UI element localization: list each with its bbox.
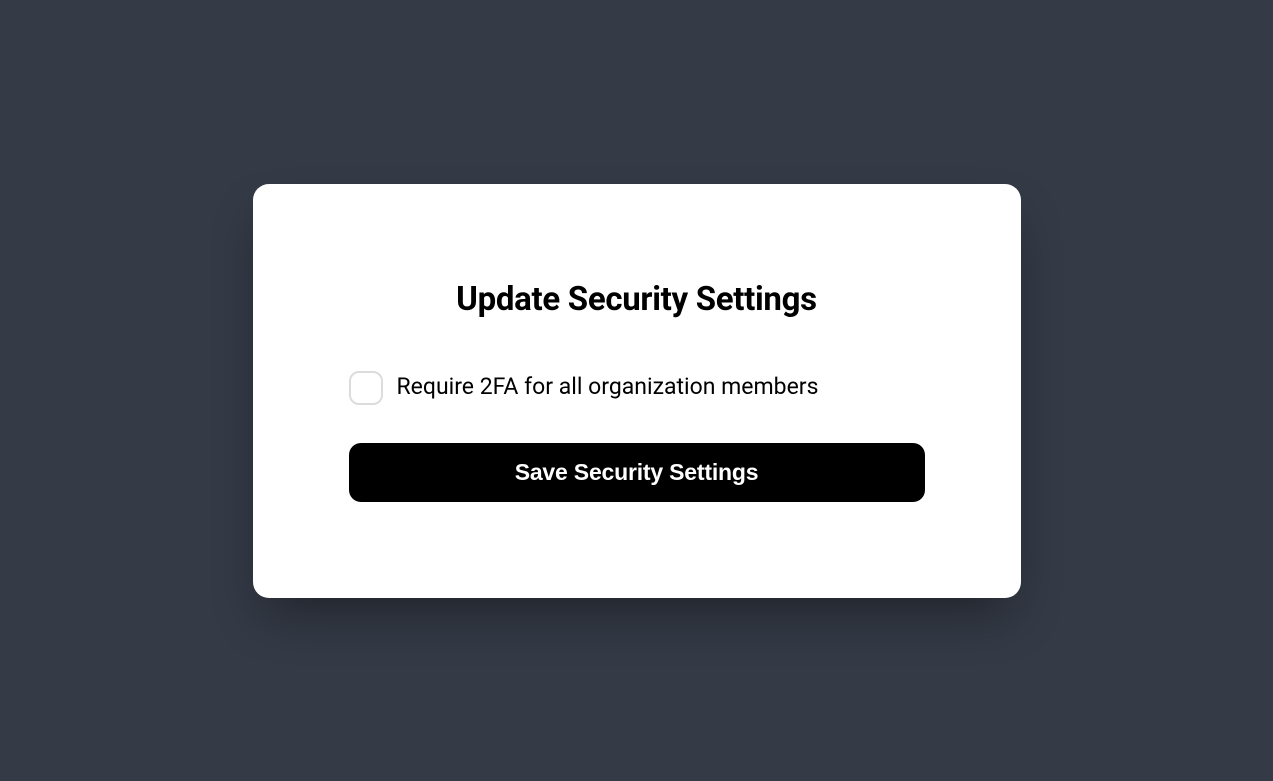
require-2fa-checkbox[interactable] — [349, 371, 383, 405]
require-2fa-label[interactable]: Require 2FA for all organization members — [397, 371, 819, 403]
modal-title: Update Security Settings — [349, 280, 925, 319]
security-settings-modal: Update Security Settings Require 2FA for… — [253, 184, 1021, 598]
require-2fa-row: Require 2FA for all organization members — [349, 371, 925, 405]
save-security-settings-button[interactable]: Save Security Settings — [349, 443, 925, 502]
